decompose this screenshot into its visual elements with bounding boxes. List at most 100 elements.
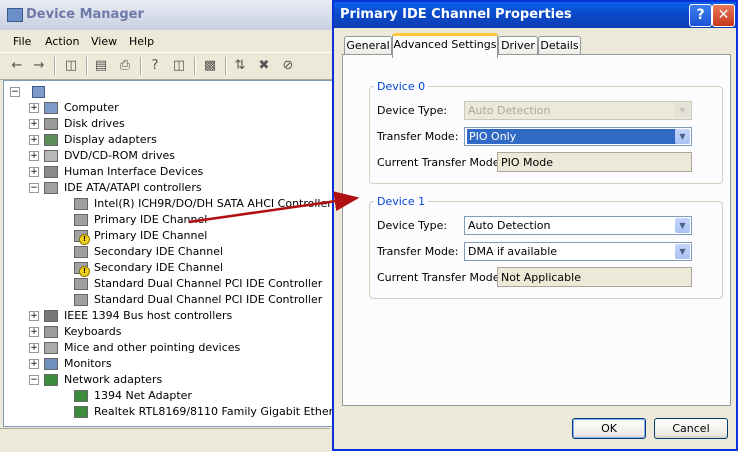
device0-current-value: PIO Mode — [501, 156, 554, 169]
menu-view[interactable]: View — [91, 35, 117, 48]
expand-icon[interactable]: + — [29, 103, 39, 113]
expand-icon[interactable]: + — [29, 327, 39, 337]
status-bar — [0, 428, 330, 452]
uninstall-icon[interactable]: ✖ — [255, 57, 273, 74]
tree-device[interactable]: Intel(R) ICH9R/DO/DH SATA AHCI Controlle… — [4, 196, 332, 212]
chevron-down-icon[interactable]: ▼ — [675, 129, 690, 144]
print-icon[interactable]: ⎙ — [116, 57, 134, 74]
tree-device[interactable]: ! Primary IDE Channel — [4, 228, 332, 245]
tree-category[interactable]: + Monitors — [4, 356, 332, 372]
monitor-icon — [44, 358, 58, 370]
device0-transfer-label: Transfer Mode: — [377, 130, 459, 143]
device-manager-title: Device Manager — [26, 7, 144, 22]
ok-button[interactable]: OK — [572, 418, 646, 439]
tree-category[interactable]: + IEEE 1394 Bus host controllers — [4, 308, 332, 324]
ide-controller-icon — [74, 278, 88, 290]
device1-type-select[interactable]: Auto Detection ▼ — [464, 216, 692, 235]
ide-controller-icon — [74, 246, 88, 258]
expand-icon[interactable]: + — [29, 119, 39, 129]
update-driver-icon[interactable]: ▩ — [201, 57, 219, 74]
computer-root-icon — [32, 86, 45, 98]
tree-device[interactable]: 1394 Net Adapter — [4, 388, 332, 404]
tree-root[interactable]: − — [10, 84, 210, 100]
properties-icon[interactable]: ▤ — [92, 57, 110, 74]
tree-category[interactable]: + Disk drives — [4, 116, 332, 132]
device0-current-field: PIO Mode — [497, 152, 692, 172]
tree-category[interactable]: − IDE ATA/ATAPI controllers — [4, 180, 332, 196]
device-manager-icon — [7, 8, 23, 22]
tree-device[interactable]: ! Secondary IDE Channel — [4, 260, 332, 277]
tree-category[interactable]: + Mice and other pointing devices — [4, 340, 332, 356]
device0-type-value: Auto Detection — [468, 104, 551, 117]
device0-transfer-value: PIO Only — [467, 129, 676, 144]
network-adapter-icon — [44, 374, 58, 386]
device1-transfer-label: Transfer Mode: — [377, 245, 459, 258]
chevron-down-icon[interactable]: ▼ — [675, 244, 690, 259]
device1-transfer-select[interactable]: DMA if available ▼ — [464, 242, 692, 261]
collapse-icon[interactable]: − — [29, 183, 39, 193]
disk-drive-icon — [44, 118, 58, 130]
tree-device[interactable]: Primary IDE Channel — [4, 212, 332, 228]
tree-category[interactable]: + Computer — [4, 100, 332, 116]
back-arrow-icon[interactable]: ← — [8, 57, 26, 74]
tree-category[interactable]: + DVD/CD-ROM drives — [4, 148, 332, 164]
tab-advanced-settings[interactable]: Advanced Settings — [392, 33, 498, 58]
device0-type-label: Device Type: — [377, 104, 448, 117]
device1-title: Device 1 — [374, 195, 429, 208]
expand-icon[interactable]: + — [29, 151, 39, 161]
dialog-title-bar[interactable]: Primary IDE Channel Properties ? ✕ — [334, 2, 736, 28]
cancel-button[interactable]: Cancel — [654, 418, 728, 439]
device1-transfer-value: DMA if available — [468, 245, 558, 258]
tree-item-label: Computer — [64, 101, 119, 114]
chevron-down-icon: ▼ — [675, 103, 690, 118]
menu-help[interactable]: Help — [129, 35, 154, 48]
show-hide-tree-icon[interactable]: ◫ — [62, 57, 80, 74]
collapse-icon[interactable]: − — [10, 87, 20, 97]
expand-icon[interactable]: + — [29, 343, 39, 353]
disable-device-icon[interactable]: ⊘ — [279, 57, 297, 74]
tree-item-label: Secondary IDE Channel — [94, 261, 224, 274]
tree-item-label: Primary IDE Channel — [94, 229, 208, 242]
tree-device[interactable]: Standard Dual Channel PCI IDE Controller — [4, 276, 332, 292]
tree-device[interactable]: Secondary IDE Channel — [4, 244, 332, 260]
tree-category[interactable]: + Keyboards — [4, 324, 332, 340]
device0-title: Device 0 — [374, 80, 429, 93]
menu-action[interactable]: Action — [45, 35, 79, 48]
tree-item-label: Monitors — [64, 357, 112, 370]
tree-category[interactable]: + Display adapters — [4, 132, 332, 148]
expand-icon[interactable]: + — [29, 135, 39, 145]
expand-icon[interactable]: + — [29, 311, 39, 321]
help-button[interactable]: ? — [689, 4, 712, 27]
tab-details[interactable]: Details — [538, 36, 581, 55]
tree-item-label: Human Interface Devices — [64, 165, 204, 178]
tree-item-label: Intel(R) ICH9R/DO/DH SATA AHCI Controlle… — [94, 197, 332, 210]
console-tree-icon[interactable]: ◫ — [170, 57, 188, 74]
tree-item-label: Realtek RTL8169/8110 Family Gigabit Ethe… — [94, 405, 334, 418]
forward-arrow-icon[interactable]: → — [30, 57, 48, 74]
scan-hardware-icon[interactable]: ⇅ — [231, 57, 249, 74]
device0-type-select: Auto Detection ▼ — [464, 101, 692, 120]
tab-driver[interactable]: Driver — [498, 36, 538, 55]
chevron-down-icon[interactable]: ▼ — [675, 218, 690, 233]
tree-category[interactable]: − Network adapters — [4, 372, 332, 388]
tree-item-label: Mice and other pointing devices — [64, 341, 241, 354]
device0-transfer-select[interactable]: PIO Only ▼ — [464, 127, 692, 146]
tree-category[interactable]: + Human Interface Devices — [4, 164, 332, 180]
expand-icon[interactable]: + — [29, 359, 39, 369]
menu-file[interactable]: File — [13, 35, 31, 48]
expand-icon[interactable]: + — [29, 167, 39, 177]
tree-device[interactable]: Realtek RTL8169/8110 Family Gigabit Ethe… — [4, 404, 334, 420]
help-icon[interactable]: ? — [146, 57, 164, 74]
tree-item-label: Standard Dual Channel PCI IDE Controller — [94, 293, 323, 306]
tree-item-label: 1394 Net Adapter — [94, 389, 192, 402]
network-adapter-icon — [74, 390, 88, 402]
network-adapter-icon — [74, 406, 88, 418]
device-tree[interactable]: − + Computer + Disk drives + Display adapters… — [3, 80, 335, 427]
close-button[interactable]: ✕ — [712, 4, 735, 27]
ide-controller-icon — [44, 182, 58, 194]
tree-item-label: Standard Dual Channel PCI IDE Controller — [94, 277, 323, 290]
tree-device[interactable]: Standard Dual Channel PCI IDE Controller — [4, 292, 332, 308]
collapse-icon[interactable]: − — [29, 375, 39, 385]
tab-general[interactable]: General — [344, 36, 392, 55]
tree-item-label: Primary IDE Channel — [94, 213, 208, 226]
